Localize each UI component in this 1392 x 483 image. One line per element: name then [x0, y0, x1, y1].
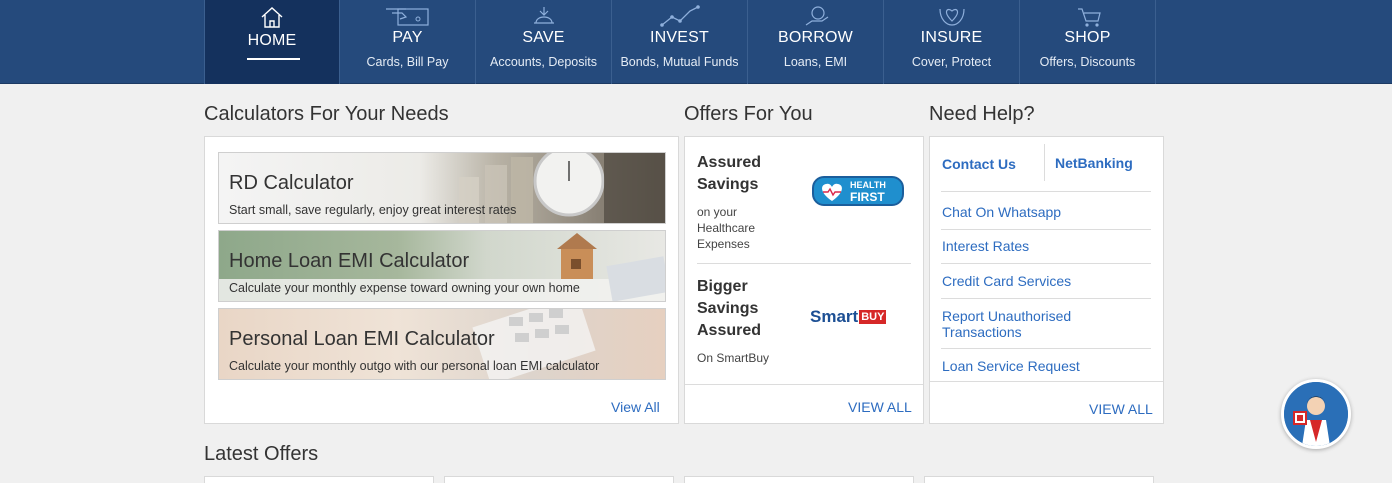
top-navigation: HOME PAY Cards, Bill Pay SAVE Accounts, …: [0, 0, 1392, 84]
latest-offer-card[interactable]: [684, 476, 914, 483]
nav-title: PAY: [392, 29, 423, 46]
nav-title: BORROW: [778, 29, 853, 46]
offers-heading: Offers For You: [684, 103, 813, 125]
nav-item-shop[interactable]: SHOP Offers, Discounts: [1020, 0, 1156, 84]
nav-subtitle: Cards, Bill Pay: [366, 55, 449, 69]
contact-us-link[interactable]: Contact Us: [942, 156, 1016, 172]
help-heading: Need Help?: [929, 103, 1035, 125]
calculator-desc: Start small, save regularly, enjoy great…: [229, 203, 517, 217]
nav-subtitle: Loans, EMI: [783, 55, 848, 69]
latest-offer-card[interactable]: [444, 476, 674, 483]
heart-icon: [822, 183, 842, 201]
nav-subtitle: Accounts, Deposits: [490, 55, 597, 69]
chat-assistant-avatar[interactable]: [1281, 379, 1351, 449]
cart-icon: [1077, 8, 1101, 27]
divider: [941, 348, 1151, 349]
divider: [941, 263, 1151, 264]
help-link-whatsapp[interactable]: Chat On Whatsapp: [942, 204, 1061, 220]
latest-offer-card[interactable]: [924, 476, 1154, 483]
calculator-title: Home Loan EMI Calculator: [229, 250, 470, 272]
nav-item-invest[interactable]: INVEST Bonds, Mutual Funds: [612, 0, 748, 84]
calculators-heading: Calculators For Your Needs: [204, 103, 449, 125]
divider: [697, 263, 911, 264]
home-icon: [261, 7, 283, 28]
divider: [1044, 144, 1045, 181]
latest-offers-heading: Latest Offers: [204, 443, 319, 465]
nav-title: SAVE: [522, 29, 565, 46]
offer-desc: On SmartBuy: [697, 351, 770, 365]
nav-subtitle: Cover, Protect: [911, 55, 992, 69]
growth-chart-icon: [659, 5, 700, 27]
active-underline: [247, 58, 300, 60]
nav-item-pay[interactable]: PAY Cards, Bill Pay: [340, 0, 476, 84]
help-link-credit-card[interactable]: Credit Card Services: [942, 273, 1071, 289]
calculators-panel: RD Calculator Start small, save regularl…: [204, 136, 679, 424]
nav-title: INSURE: [920, 29, 983, 46]
nav-menu: HOME PAY Cards, Bill Pay SAVE Accounts, …: [204, 0, 1156, 84]
rupee-hand-icon: [805, 6, 828, 26]
help-panel: Contact Us NetBanking Chat On Whatsapp I…: [929, 136, 1164, 424]
calculator-title: RD Calculator: [229, 172, 354, 194]
divider: [941, 191, 1151, 192]
offers-panel: Assured Savings on your Healthcare Expen…: [684, 136, 924, 424]
calculator-card-home-loan[interactable]: Home Loan EMI Calculator Calculate your …: [218, 230, 666, 302]
protect-hands-icon: [938, 8, 965, 26]
calculator-desc: Calculate your monthly expense toward ow…: [229, 281, 580, 295]
help-link-interest-rates[interactable]: Interest Rates: [942, 238, 1029, 254]
calculator-card-personal-loan[interactable]: Personal Loan EMI Calculator Calculate y…: [218, 308, 666, 380]
health-first-logo: HEALTH FIRST: [812, 176, 904, 206]
netbanking-link[interactable]: NetBanking: [1055, 155, 1133, 171]
divider: [930, 381, 1163, 382]
calculator-desc: Calculate your monthly outgo with our pe…: [229, 359, 600, 373]
latest-offer-card[interactable]: [204, 476, 434, 483]
help-link-loan-service[interactable]: Loan Service Request: [942, 358, 1080, 374]
smartbuy-logo: Smart BUY: [810, 307, 887, 326]
divider: [941, 229, 1151, 230]
calculators-view-all-link[interactable]: View All: [611, 399, 660, 415]
nav-title: HOME: [247, 32, 297, 49]
nav-item-home[interactable]: HOME: [204, 0, 340, 84]
help-view-all-link[interactable]: VIEW ALL: [1089, 401, 1153, 417]
nav-item-borrow[interactable]: BORROW Loans, EMI: [748, 0, 884, 84]
assistant-mascot-icon: [1284, 382, 1348, 446]
nav-title: SHOP: [1064, 29, 1111, 46]
nav-subtitle: Bonds, Mutual Funds: [620, 55, 739, 69]
offer-desc: on your Healthcare Expenses: [697, 205, 756, 251]
card-pay-icon: [385, 8, 429, 26]
calculator-card-rd[interactable]: RD Calculator Start small, save regularl…: [218, 152, 666, 224]
nav-title: INVEST: [650, 29, 709, 46]
divider: [941, 298, 1151, 299]
piggy-save-icon: [533, 7, 554, 24]
calculator-title: Personal Loan EMI Calculator: [229, 328, 495, 350]
nav-item-insure[interactable]: INSURE Cover, Protect: [884, 0, 1020, 84]
nav-item-save[interactable]: SAVE Accounts, Deposits: [476, 0, 612, 84]
help-link-report-unauthorised[interactable]: Report Unauthorised Transactions: [942, 308, 1102, 340]
nav-subtitle: Offers, Discounts: [1039, 55, 1136, 69]
divider: [685, 384, 923, 385]
offers-view-all-link[interactable]: VIEW ALL: [848, 399, 912, 415]
